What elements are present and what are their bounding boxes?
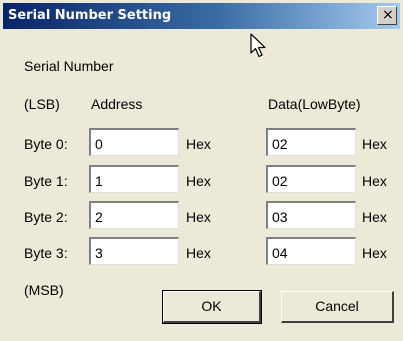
hex-unit-label: Hex — [362, 245, 387, 261]
byte-label: Byte 2: — [24, 209, 68, 225]
address-input-byte-0[interactable] — [89, 128, 179, 156]
dialog-title: Serial Number Setting — [8, 8, 172, 23]
hex-unit-label: Hex — [362, 173, 387, 189]
mouse-pointer-icon — [250, 33, 266, 58]
msb-label: (MSB) — [24, 282, 64, 298]
close-button[interactable]: × — [377, 6, 397, 25]
address-input-byte-3[interactable] — [89, 237, 179, 265]
address-header: Address — [91, 96, 143, 112]
byte-label: Byte 1: — [24, 173, 68, 189]
cancel-button[interactable]: Cancel — [281, 291, 394, 323]
hex-unit-label: Hex — [362, 136, 387, 152]
data-input-byte-2[interactable] — [266, 201, 356, 229]
hex-unit-label: Hex — [186, 245, 211, 261]
address-input-byte-1[interactable] — [89, 165, 179, 193]
byte-label: Byte 0: — [24, 136, 68, 152]
data-input-byte-3[interactable] — [266, 237, 356, 265]
hex-unit-label: Hex — [186, 136, 211, 152]
address-input-byte-2[interactable] — [89, 201, 179, 229]
data-header: Data(LowByte) — [268, 96, 361, 112]
data-input-byte-1[interactable] — [266, 165, 356, 193]
lsb-label: (LSB) — [24, 96, 60, 112]
close-icon: × — [382, 7, 394, 23]
hex-unit-label: Hex — [362, 209, 387, 225]
title-bar[interactable]: Serial Number Setting × — [3, 3, 400, 29]
ok-button[interactable]: OK — [162, 290, 262, 324]
hex-unit-label: Hex — [186, 173, 211, 189]
byte-label: Byte 3: — [24, 245, 68, 261]
serial-number-dialog: Serial Number Setting × Serial Number (L… — [0, 0, 403, 341]
data-input-byte-0[interactable] — [266, 128, 356, 156]
hex-unit-label: Hex — [186, 209, 211, 225]
section-label: Serial Number — [24, 58, 114, 74]
